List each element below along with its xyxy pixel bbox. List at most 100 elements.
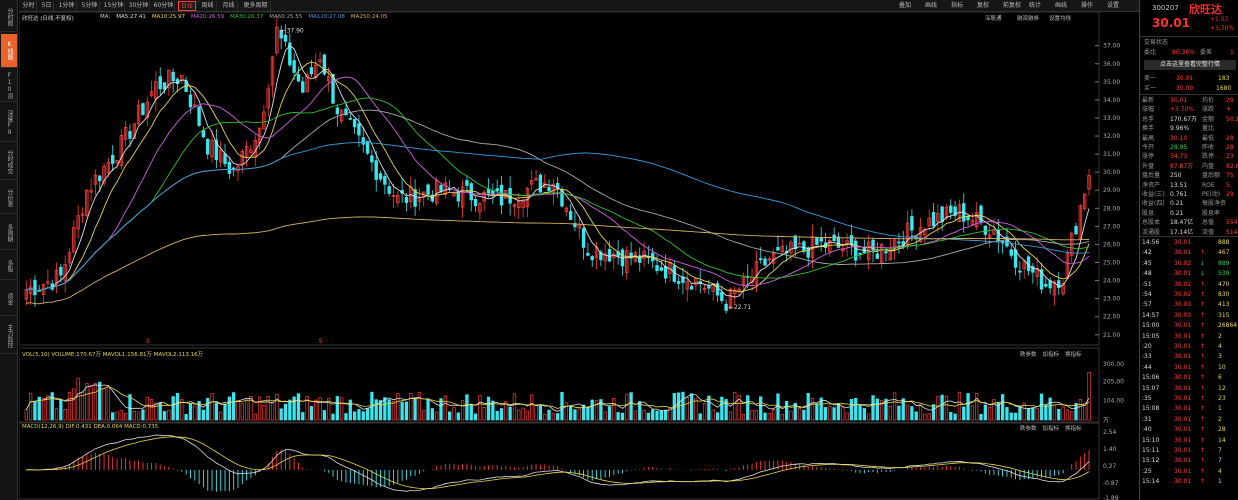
volume-bar — [875, 398, 879, 421]
period-button-10[interactable]: 更多周期 — [241, 1, 271, 11]
volume-panel-buttons: 跌参数 加指标 换指标 — [1020, 350, 1088, 358]
tick-row: :42 30.01 ↑ 467 — [1140, 248, 1238, 257]
panel-button[interactable]: 跌参数 — [1020, 352, 1037, 358]
quote-label: 最新 — [1142, 97, 1155, 104]
volume-bar — [1039, 393, 1044, 421]
divider — [1140, 36, 1238, 37]
tool-button-3[interactable]: 复权 — [977, 1, 989, 11]
volume-bar — [953, 413, 957, 421]
period-button-5[interactable]: 30分钟 — [128, 1, 150, 11]
volume-bar — [115, 411, 119, 421]
tool-button-0[interactable]: 叠加 — [899, 1, 911, 11]
candle-body — [141, 103, 145, 115]
quote-label: 涨幅 — [1142, 106, 1155, 114]
left-tab-2[interactable]: F10资料 — [1, 70, 17, 102]
period-button-6[interactable]: 60分钟 — [153, 1, 175, 11]
buy1-price: 30.00 — [1176, 85, 1194, 92]
volume-bar — [409, 393, 413, 421]
tool-button-7[interactable]: 操作 — [1081, 1, 1093, 11]
quote-row: 盘后量 250 盘后额 75 — [1140, 171, 1238, 180]
period-toolbar: 分时 5日 1分钟 5分钟 15分钟 30分钟 60分钟 日线 周线 月线 更多周期 叠加 画线 指标 复权… — [19, 0, 1139, 12]
panel-button[interactable]: 跌参数 — [1020, 426, 1037, 432]
left-tab-1[interactable]: K线图 — [1, 34, 17, 68]
tool-button-5[interactable]: 统计 — [1029, 1, 1041, 11]
volume-bar — [962, 406, 966, 421]
tick-direction-icon: ↑ — [1200, 353, 1206, 361]
left-tab-7[interactable]: 多股 — [1, 252, 17, 280]
volume-bar — [54, 408, 59, 421]
sub-tool-0[interactable]: 深股通 — [985, 14, 1002, 22]
volume-bar — [979, 413, 983, 421]
tick-row: 15:05 30.01 ↑ 2 — [1140, 332, 1238, 341]
tick-volume: 23 — [1218, 395, 1226, 402]
volume-bar — [1070, 411, 1074, 421]
tool-button-1[interactable]: 画线 — [925, 1, 937, 11]
tool-button-2[interactable]: 指标 — [951, 1, 963, 11]
volume-bar — [67, 391, 72, 421]
left-tab-3[interactable]: 深度F9 — [1, 104, 17, 142]
panel-button[interactable]: 加指标 — [1043, 352, 1060, 358]
volume-bar — [651, 409, 655, 421]
volume-bar — [931, 404, 936, 421]
quote-row: 最新 30.01 均价 29 — [1140, 96, 1238, 105]
left-tab-8[interactable]: 资金 — [1, 282, 17, 316]
kline-chart-area[interactable]: 37.00 36.00 35.00 34.00 33.00 32.00 31.00 30.00… — [19, 12, 1139, 500]
period-button-9[interactable]: 月线 — [220, 1, 238, 11]
tick-volume: 14 — [1218, 436, 1226, 444]
left-tab-6[interactable]: 多周期 — [1, 216, 17, 250]
status-label: 交易状态 — [1144, 39, 1169, 46]
period-button-3[interactable]: 5分钟 — [80, 1, 100, 11]
left-tab-4[interactable]: 分时成交 — [1, 144, 17, 180]
candle-body — [361, 137, 365, 145]
volume-bar — [988, 407, 992, 421]
volume-bar — [335, 396, 339, 421]
volume-bar — [923, 413, 927, 421]
period-button-8[interactable]: 周线 — [199, 1, 217, 11]
volume-bar — [521, 407, 525, 421]
volume-bar — [573, 409, 577, 421]
weicha-label: 委差 — [1200, 49, 1213, 56]
tick-time: 15:10 — [1142, 436, 1160, 444]
sub-tool-1[interactable]: 融资融券 — [1017, 14, 1039, 22]
left-tab-5[interactable]: 分价表 — [1, 182, 17, 214]
tick-direction-icon: ↑ — [1200, 405, 1206, 413]
stock-code: 300207 — [1152, 4, 1179, 12]
volume-bar — [1035, 408, 1039, 421]
candle-body — [465, 180, 469, 186]
volume-bar — [111, 412, 115, 421]
panel-button[interactable]: 换指标 — [1065, 352, 1082, 358]
full-quote-link[interactable]: 点击这里查看完整行情 — [1144, 60, 1236, 70]
panel-button[interactable]: 加指标 — [1043, 426, 1060, 432]
tool-button-8[interactable]: 设置 — [1107, 1, 1119, 11]
quote-row: 外盘 87.87万 内盘 82.8 — [1140, 162, 1238, 171]
ma-legend-item: MA60:25.55 — [269, 14, 303, 20]
tick-time: :35 — [1142, 395, 1152, 402]
volume-bar — [391, 401, 396, 421]
period-button-7[interactable]: 日线 — [178, 1, 196, 11]
period-button-4[interactable]: 15分钟 — [103, 1, 125, 11]
period-button-2[interactable]: 1分钟 — [57, 1, 77, 11]
left-tab-0[interactable]: 分时图 — [1, 2, 17, 32]
tick-volume: 413 — [1218, 301, 1230, 309]
tick-row: :51 30.02 ↑ 470 — [1140, 280, 1238, 289]
tick-direction-icon: ↑ — [1200, 322, 1206, 330]
volume-bar — [275, 394, 279, 421]
volume-bar — [435, 411, 439, 421]
candle-body — [793, 235, 797, 250]
panel-button[interactable]: 换指标 — [1065, 426, 1082, 432]
volume-bar — [845, 412, 849, 421]
price-change: +1.07 — [1210, 16, 1229, 23]
volume-unit-label: 万 — [1103, 417, 1109, 424]
quote-value: 0.21 — [1170, 209, 1184, 217]
period-button-1[interactable]: 5日 — [40, 1, 54, 11]
tool-button-6[interactable]: 画线 — [1055, 1, 1067, 11]
sub-tool-2[interactable]: 设置均线 — [1049, 14, 1071, 22]
volume-bar — [905, 404, 910, 421]
period-button-0[interactable]: 分时 — [21, 1, 37, 11]
last-price: 30.01 — [1152, 16, 1190, 30]
quote-label: 换手 — [1142, 125, 1155, 133]
volume-bar — [616, 412, 620, 421]
volume-legend-text: VOL(5,10) VOLUME:170.67万 MAVOL1:156.81万 … — [22, 352, 204, 358]
left-tab-9[interactable]: 主力监控 — [1, 318, 17, 354]
tool-button-4[interactable]: 前复权 — [1003, 1, 1021, 11]
